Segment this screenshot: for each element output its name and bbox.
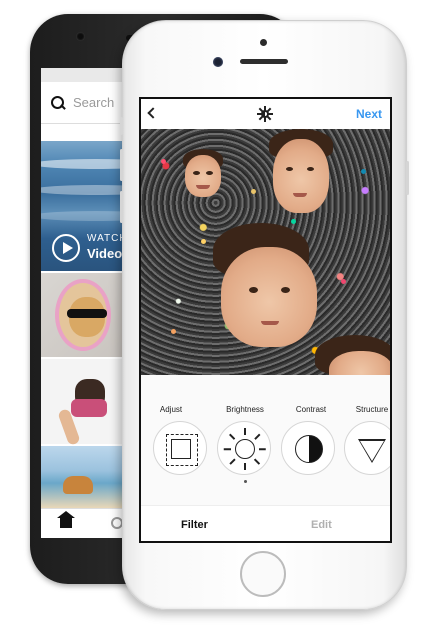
face-cutout (221, 247, 317, 347)
volume-down-button (120, 191, 123, 223)
volume-up-button (120, 149, 123, 181)
eye (286, 167, 293, 171)
next-button[interactable]: Next (356, 107, 382, 121)
glitter (171, 329, 176, 334)
lux-core (261, 110, 269, 118)
editor-topbar: Next (141, 99, 390, 129)
editor-tabbar: Filter Edit (141, 505, 390, 541)
photo-preview[interactable] (141, 129, 390, 375)
home-button[interactable] (240, 551, 286, 597)
structure-icon (358, 439, 386, 463)
burger (63, 476, 93, 494)
eye (281, 287, 290, 293)
tab-filter[interactable]: Filter (181, 519, 208, 531)
power-button (406, 161, 409, 195)
glitter (251, 189, 256, 194)
tab-edit[interactable]: Edit (311, 519, 332, 531)
glitter (201, 239, 206, 244)
search-icon (51, 95, 65, 110)
front-phone: Next Adjust Brightness Contrast Structur… (120, 20, 409, 610)
mute-switch (120, 117, 123, 135)
face-cutout (273, 139, 329, 213)
face-cutout (185, 155, 221, 197)
chevron-left-icon[interactable] (147, 107, 159, 119)
search-placeholder: Search (73, 95, 115, 110)
eye (249, 287, 258, 293)
edit-screen: Next Adjust Brightness Contrast Structur… (139, 97, 392, 543)
eye (206, 171, 213, 175)
play-icon[interactable] (52, 234, 80, 262)
lux-icon[interactable] (257, 106, 273, 122)
mouth (293, 193, 307, 197)
proximity-sensor (260, 39, 267, 46)
tool-button[interactable] (217, 421, 271, 475)
glitter (341, 279, 346, 284)
glitter (161, 159, 166, 164)
glitter (291, 219, 296, 224)
eye (193, 171, 200, 175)
mouth (261, 321, 279, 325)
speaker (240, 59, 288, 64)
tool-label: Adjust (159, 405, 183, 414)
cat-mirror (55, 279, 111, 351)
mouth (196, 185, 210, 189)
sunglasses (67, 309, 107, 318)
tool-label: Contrast (295, 405, 327, 414)
video-title: Video (87, 246, 123, 261)
tool-label: Brightness (226, 405, 264, 414)
dog-dress (71, 399, 107, 417)
brightness-icon (235, 439, 255, 459)
front-camera (76, 32, 85, 41)
home-icon[interactable] (57, 511, 75, 529)
contrast-icon (295, 435, 323, 463)
tool-button[interactable] (344, 421, 390, 475)
adjustment-tools: Adjust Brightness Contrast Structure (141, 375, 390, 505)
tool-button[interactable] (281, 421, 335, 475)
tool-label: Structure (355, 405, 389, 414)
face-cutout (329, 351, 390, 375)
eye (307, 167, 314, 171)
adjust-icon (171, 439, 191, 459)
front-camera (213, 57, 223, 67)
tool-button[interactable] (153, 421, 207, 475)
selected-indicator (244, 480, 247, 483)
glitter (361, 169, 366, 174)
